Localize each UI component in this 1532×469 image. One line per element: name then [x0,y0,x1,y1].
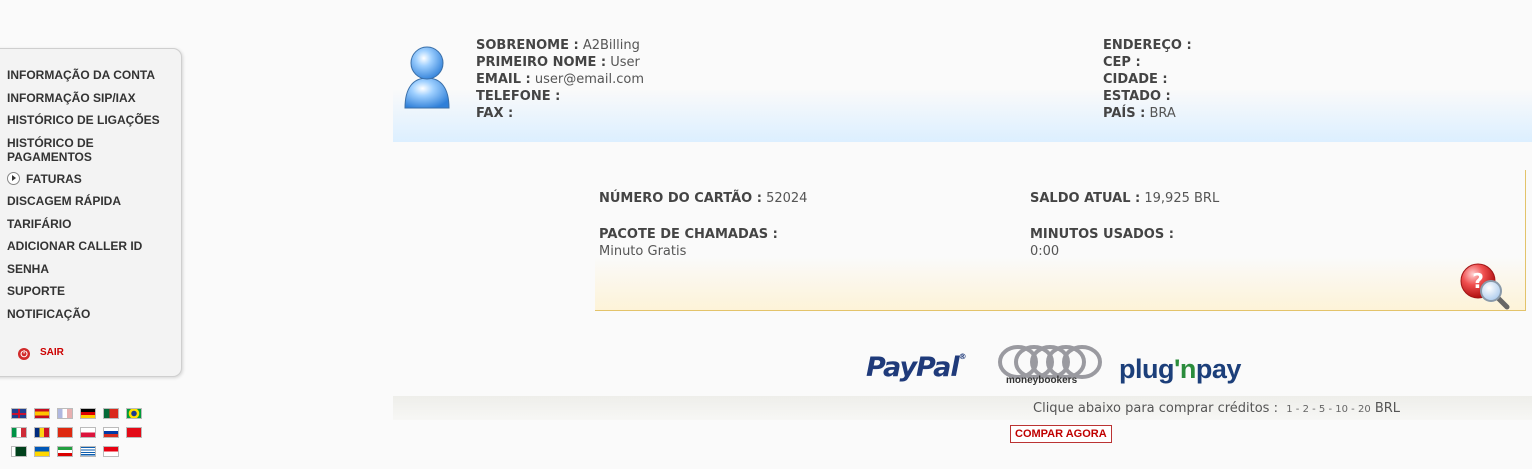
moneybookers-label: moneybookers [1006,375,1078,386]
field-value: user@email.com [534,72,644,87]
menu-item-add-caller-id[interactable]: ADICIONAR CALLER ID [7,239,167,253]
flag-english-icon[interactable] [11,408,27,419]
paypal-text: PayPal [866,352,960,383]
flag-spanish-icon[interactable] [34,408,51,419]
plugnpay-logo[interactable]: plug'npay [1119,354,1241,385]
menu-item-notification[interactable]: NOTIFICAÇÃO [7,307,167,321]
help-magnifier-icon[interactable]: ? [1460,262,1512,310]
field-label: SOBRENOME : [476,38,579,53]
separator: - [1308,404,1319,415]
field-value: 0:00 [1030,244,1060,259]
menu-item-sip-iax-info[interactable]: INFORMAÇÃO SIP/IAX [7,91,167,105]
logout-label: SAIR [40,347,64,358]
flag-farsi-icon[interactable] [57,446,74,457]
card-number: NÚMERO DO CARTÃO : 52024 [599,190,807,207]
flag-portuguese-icon[interactable] [103,408,120,419]
field-value: 19,925 BRL [1144,191,1220,206]
profile-right-column: ENDEREÇO : CEP : CIDADE : ESTADO : PAÍS … [1103,37,1192,122]
flag-chinese-icon[interactable] [57,427,74,438]
flag-german-icon[interactable] [80,408,97,419]
profile-lastname: SOBRENOME : A2Billing [476,37,644,54]
flag-french-icon[interactable] [57,408,74,419]
plugnpay-text-b: 'n [1173,354,1196,384]
arrow-circle-icon [7,171,20,185]
field-label: NÚMERO DO CARTÃO : [599,191,762,206]
paypal-logo[interactable]: PayPal® [866,352,967,383]
field-label: MINUTOS USADOS : [1030,227,1174,242]
menu-list: INFORMAÇÃO DA CONTA INFORMAÇÃO SIP/IAX H… [7,68,167,329]
separator: - [1325,404,1336,415]
menu-item-account-info[interactable]: INFORMAÇÃO DA CONTA [7,68,167,82]
buy-prompt-text: Clique abaixo para comprar créditos : [1033,401,1278,416]
profile-city: CIDADE : [1103,71,1192,88]
profile-state: ESTADO : [1103,88,1192,105]
field-value: BRA [1149,106,1176,121]
field-label: CIDADE : [1103,72,1168,87]
field-label: SALDO ATUAL : [1030,191,1141,206]
menu-item-payment-history[interactable]: HISTÓRICO DE PAGAMENTOS [7,136,167,164]
field-label: PRIMEIRO NOME : [476,55,607,70]
separator: - [1292,404,1303,415]
flag-italian-icon[interactable] [11,427,27,438]
menu-item-rates[interactable]: TARIFÁRIO [7,217,167,231]
profile-fax: FAX : [476,105,644,122]
field-label: EMAIL : [476,72,531,87]
menu-item-invoices[interactable]: FATURAS [7,171,167,186]
flag-polish-icon[interactable] [80,427,97,438]
language-flags [11,408,153,465]
flag-turkish-icon[interactable] [126,427,143,438]
buy-credits-prompt: Clique abaixo para comprar créditos : 1 … [1033,401,1400,416]
field-label: PAÍS : [1103,106,1146,121]
flag-greek-icon[interactable] [80,446,97,457]
field-label: ESTADO : [1103,89,1171,104]
amount-option[interactable]: 10 [1335,404,1348,415]
menu-item-invoices-label: FATURAS [26,171,82,186]
field-value: A2Billing [582,38,640,53]
flag-ukrainian-icon[interactable] [34,446,51,457]
flag-brazilian-icon[interactable] [126,408,143,419]
sidebar-menu: INFORMAÇÃO DA CONTA INFORMAÇÃO SIP/IAX H… [0,48,182,377]
field-label: FAX : [476,106,514,121]
field-value: 52024 [766,191,808,206]
call-package: PACOTE DE CHAMADAS : Minuto Gratis [599,226,778,260]
profile-address: ENDEREÇO : [1103,37,1192,54]
profile-email: EMAIL : user@email.com [476,71,644,88]
profile-country: PAÍS : BRA [1103,105,1192,122]
field-value: User [610,55,640,70]
minutes-used: MINUTOS USADOS : 0:00 [1030,226,1174,260]
profile-phone: TELEFONE : [476,88,644,105]
profile-firstname: PRIMEIRO NOME : User [476,54,644,71]
amount-option[interactable]: 20 [1358,404,1371,415]
buy-now-button[interactable]: COMPAR AGORA [1010,425,1112,443]
logout-link[interactable]: ⏻ SAIR [18,347,64,360]
profile-left-column: SOBRENOME : A2Billing PRIMEIRO NOME : Us… [476,37,644,122]
field-label: PACOTE DE CHAMADAS : [599,227,778,242]
field-label: CEP : [1103,55,1141,70]
plugnpay-text-a: plug [1119,354,1174,384]
field-label: ENDEREÇO : [1103,38,1192,53]
menu-item-call-history[interactable]: HISTÓRICO DE LIGAÇÕES [7,113,167,127]
flag-urdu-icon[interactable] [11,446,27,457]
menu-item-speed-dial[interactable]: DISCAGEM RÁPIDA [7,194,167,208]
registered-mark: ® [958,352,967,361]
flag-indonesian-icon[interactable] [103,446,120,457]
plugnpay-text-c: pay [1195,354,1242,384]
field-value: Minuto Gratis [599,244,687,259]
menu-item-password[interactable]: SENHA [7,262,167,276]
power-icon: ⏻ [18,348,30,360]
profile-zip: CEP : [1103,54,1192,71]
field-label: TELEFONE : [476,89,561,104]
currency-label: BRL [1374,401,1401,416]
separator: - [1348,404,1358,415]
current-balance: SALDO ATUAL : 19,925 BRL [1030,190,1219,207]
flag-romanian-icon[interactable] [34,427,51,438]
flag-russian-icon[interactable] [103,427,120,438]
user-avatar-icon [404,46,450,109]
menu-item-support[interactable]: SUPORTE [7,284,167,298]
